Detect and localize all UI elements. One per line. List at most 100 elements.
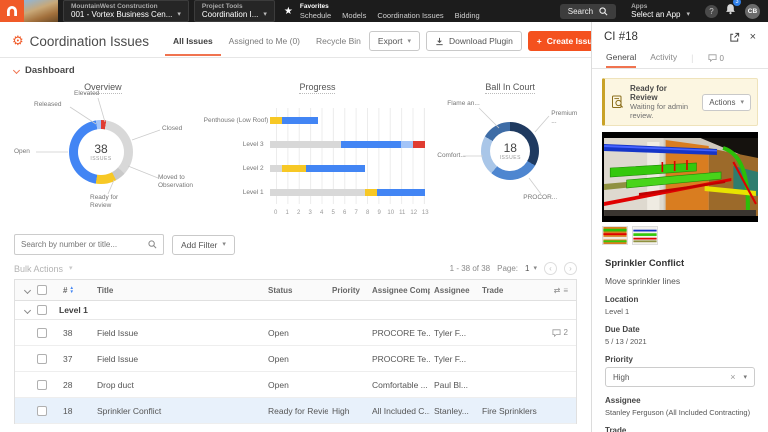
table-row[interactable]: 18 Sprinkler Conflict Ready for Review High… [15, 398, 576, 424]
donut-label: Closed [162, 125, 183, 132]
group-row-level-1[interactable]: Level 1 [15, 301, 576, 320]
add-filter-button[interactable]: Add Filter ▾ [172, 234, 235, 255]
prev-page-button[interactable]: ‹ [544, 262, 557, 275]
row-checkbox[interactable] [37, 353, 47, 364]
bar-segment-closed[interactable] [269, 164, 282, 172]
bar-segment-ready[interactable] [281, 164, 306, 172]
export-label: Export [377, 36, 403, 46]
procore-logo[interactable] [0, 0, 24, 22]
notifications-button[interactable]: 3 [725, 0, 741, 20]
resize-columns-icon[interactable]: ⇄ [554, 286, 561, 295]
progress-rows: Penthouse (Low Roof) Level 3 Level 2 Level … [204, 108, 426, 204]
banner-status: Ready for Review [630, 84, 667, 102]
global-search-button[interactable]: Search [559, 3, 617, 19]
row-checkbox[interactable] [37, 379, 47, 390]
bar-segment-open[interactable] [281, 116, 318, 124]
caret-down-icon: ▾ [743, 373, 747, 381]
bar-segment-open[interactable] [305, 164, 366, 172]
progress-bar [269, 188, 426, 196]
table-row[interactable]: 28 Drop duct Open Comfortable ... Paul Bl... [15, 372, 576, 398]
project-name: 001 - Vortex Business Cen... [71, 10, 173, 19]
select-all-checkbox[interactable] [37, 285, 47, 295]
column-number[interactable]: # ▲ ▼ [59, 286, 93, 295]
progress-bar [269, 140, 426, 148]
column-trade[interactable]: Trade [478, 286, 538, 295]
column-title[interactable]: Title [93, 286, 264, 295]
favorite-link[interactable]: Models [342, 11, 366, 20]
priority-select[interactable]: High × ▾ [605, 367, 755, 387]
snapshot-thumbnail-2[interactable] [632, 226, 658, 245]
panel-tab-activity[interactable]: Activity [650, 48, 677, 68]
bar-segment-open[interactable] [341, 140, 402, 148]
column-priority[interactable]: Priority [328, 286, 368, 295]
column-status[interactable]: Status [264, 286, 328, 295]
tab-all-issues[interactable]: All Issues [164, 27, 221, 56]
bar-segment-released[interactable] [401, 140, 414, 148]
tool-switcher[interactable]: Project Tools Coordination I... ▾ [193, 0, 275, 22]
collapse-all-icon[interactable] [23, 286, 32, 294]
x-tick-label: 4 [320, 210, 324, 216]
bar-segment-open[interactable] [377, 188, 426, 196]
apps-selector[interactable]: Apps Select an App ▾ [624, 0, 697, 22]
issue-detail-panel: CI #18 × General Activity | 0 Ready for … [592, 22, 768, 432]
cell-status: Open [268, 379, 289, 390]
download-plugin-button[interactable]: Download Plugin [426, 31, 522, 51]
row-checkbox[interactable] [37, 327, 47, 338]
tab-recycle-bin[interactable]: Recycle Bin [308, 27, 369, 56]
column-assignee[interactable]: Assignee [430, 286, 478, 295]
review-icon [612, 95, 624, 108]
sort-icon[interactable]: ▲ ▼ [69, 286, 73, 294]
tab-assigned-to-me[interactable]: Assigned to Me (0) [221, 27, 308, 56]
page-select[interactable]: 1 ▾ [525, 264, 537, 273]
help-button[interactable]: ? [705, 4, 718, 18]
x-tick-label: 13 [421, 210, 429, 216]
actions-button[interactable]: Actions ▾ [702, 93, 751, 111]
close-icon[interactable]: × [750, 31, 756, 43]
cell-company: PROCORE Te... [372, 327, 430, 338]
column-assignee-company[interactable]: Assignee Company [368, 286, 430, 295]
progress-category-label: Penthouse (Low Roof) [203, 116, 269, 124]
bar-segment-closed[interactable] [269, 140, 342, 148]
search-input[interactable] [21, 240, 148, 249]
group-checkbox[interactable] [37, 305, 47, 315]
bar-segment-closed[interactable] [269, 188, 366, 196]
create-issue-button[interactable]: + Create Issue [527, 31, 591, 51]
export-button[interactable]: Export ▾ [368, 31, 420, 51]
favorite-link[interactable]: Coordination Issues [377, 11, 443, 20]
bar-segment-ready[interactable] [365, 188, 378, 196]
due-date-label: Due Date [605, 325, 640, 334]
user-avatar[interactable]: CB [745, 3, 760, 19]
bar-segment-ready[interactable] [269, 116, 282, 124]
issue-name: Sprinkler Conflict [605, 258, 685, 269]
bar-segment-elevated[interactable] [413, 140, 426, 148]
caret-down-icon: ▾ [69, 265, 73, 272]
table-row[interactable]: 38 Field Issue Open PROCORE Te... Tyler F...… [15, 320, 576, 346]
table-menu-icon[interactable]: ≡ [563, 286, 568, 295]
collapse-group-icon[interactable] [23, 306, 32, 314]
dashboard-toggle[interactable]: Dashboard [0, 58, 591, 78]
row-comments-badge[interactable]: 2 [552, 328, 568, 337]
project-switcher[interactable]: MountainWest Construction 001 - Vortex B… [63, 0, 189, 22]
table-row[interactable]: 37 Field Issue Open PROCORE Te... Tyler F... [15, 346, 576, 372]
project-photo-thumbnail[interactable] [24, 0, 58, 22]
next-page-button[interactable]: › [564, 262, 577, 275]
caret-down-icon: ▾ [740, 98, 744, 106]
cell-company: All Included C... [372, 405, 430, 416]
bulk-actions-button[interactable]: Bulk Actions ▾ [14, 264, 73, 274]
favorite-star-icon[interactable]: ★ [284, 6, 293, 17]
comments-indicator[interactable]: 0 [708, 54, 724, 63]
progress-chart: Progress Penthouse (Low Roof) Level 3 Leve… [198, 78, 438, 228]
favorites-links: Schedule Models Coordination Issues Bidding [300, 11, 480, 20]
snapshot-thumbnail-1[interactable] [602, 226, 628, 245]
pagination: 1 - 38 of 38 Page: 1 ▾ ‹ › [450, 262, 577, 275]
caret-down-icon: ▾ [177, 11, 181, 18]
clear-icon[interactable]: × [730, 372, 735, 382]
panel-tab-general[interactable]: General [606, 48, 637, 68]
open-in-new-icon[interactable] [729, 32, 740, 43]
row-checkbox[interactable] [37, 405, 47, 416]
overview-donut-center: 38 ISSUES [90, 142, 112, 162]
favorite-link[interactable]: Schedule [300, 11, 331, 20]
donut-label: Released [34, 101, 62, 108]
dashboard-charts: Overview 38 ISSUES Elevated Released Clo… [0, 78, 591, 228]
favorite-link[interactable]: Bidding [455, 11, 480, 20]
